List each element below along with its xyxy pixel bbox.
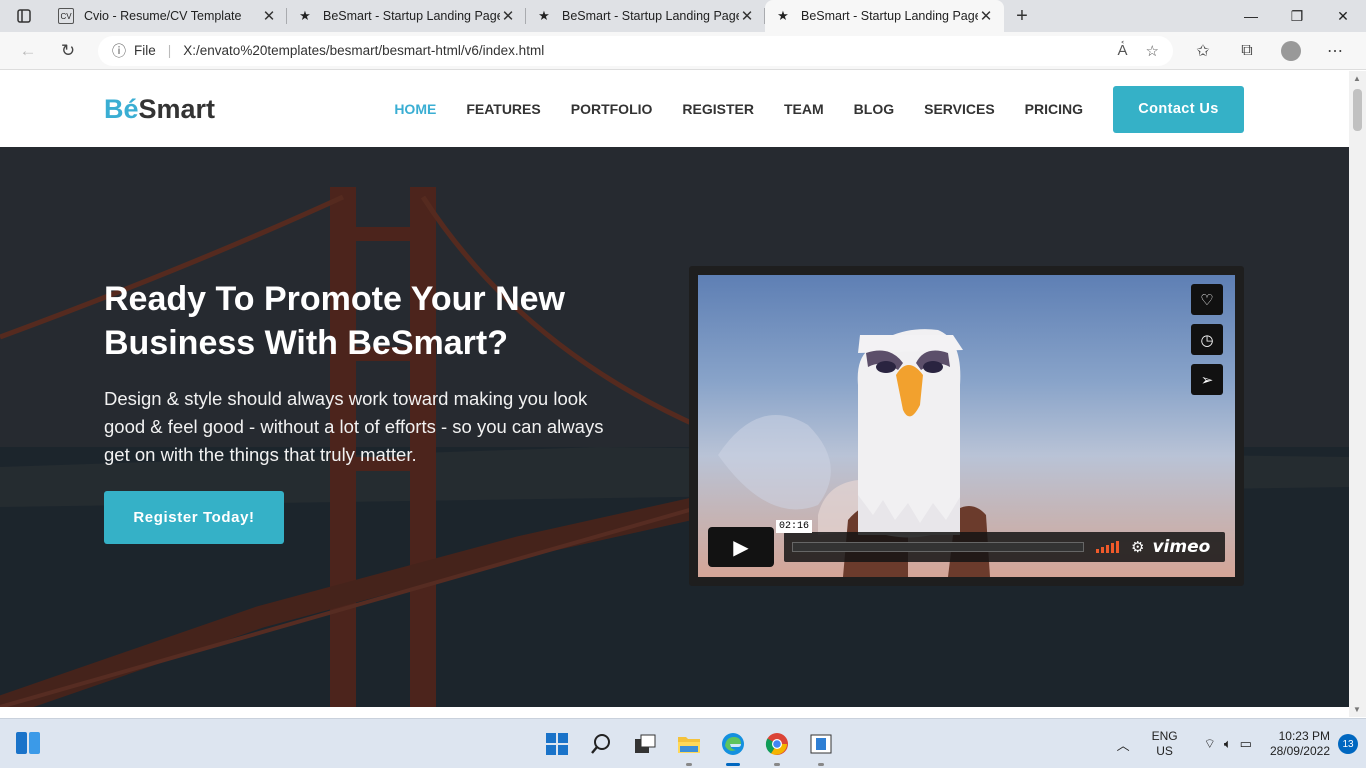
share-send-icon[interactable]: ➢ bbox=[1191, 364, 1223, 395]
main-nav: HOME FEATURES PORTFOLIO REGISTER TEAM BL… bbox=[364, 85, 1244, 133]
hero-description: Design & style should always work toward… bbox=[104, 388, 604, 465]
nav-services[interactable]: SERVICES bbox=[924, 101, 995, 117]
show-hidden-icons-chevron-icon[interactable]: ︿ bbox=[1117, 735, 1130, 754]
tab-title: BeSmart - Startup Landing Page bbox=[801, 9, 978, 23]
volume-speaker-icon[interactable]: 🔈︎ bbox=[1224, 736, 1232, 752]
browser-tab[interactable]: CV Cvio - Resume/CV Template ✕ bbox=[48, 0, 287, 32]
back-icon[interactable]: ← bbox=[8, 35, 48, 67]
more-menu-icon[interactable]: ⋯ bbox=[1313, 41, 1357, 61]
restore-icon[interactable]: ❐ bbox=[1274, 0, 1320, 32]
nav-team[interactable]: TEAM bbox=[784, 101, 824, 117]
progress-track[interactable] bbox=[792, 542, 1084, 552]
new-tab-icon[interactable]: + bbox=[1004, 0, 1040, 32]
info-icon[interactable]: ⓘ bbox=[112, 41, 126, 61]
address-bar-actions: A᷾ ☆ bbox=[1118, 42, 1159, 60]
language-code: ENG bbox=[1151, 729, 1178, 743]
hero-section: Ready To Promote Your New Business With … bbox=[0, 147, 1349, 707]
tab-favicon-icon: ★ bbox=[299, 8, 311, 23]
url-text[interactable]: X:/envato%20templates/besmart/besmart-ht… bbox=[183, 43, 544, 58]
region-code: US bbox=[1156, 744, 1173, 758]
nav-portfolio[interactable]: PORTFOLIO bbox=[571, 101, 653, 117]
favorites-icon[interactable]: ✩ bbox=[1181, 41, 1225, 61]
nav-register[interactable]: REGISTER bbox=[682, 101, 754, 117]
address-bar[interactable]: ⓘ File | X:/envato%20templates/besmart/b… bbox=[98, 35, 1173, 66]
scroll-up-icon[interactable]: ▲ bbox=[1353, 74, 1361, 83]
battery-icon[interactable]: ▭ bbox=[1240, 736, 1252, 752]
search-icon[interactable] bbox=[584, 727, 618, 761]
browser-tab[interactable]: ★ BeSmart - Startup Landing Page ✕ bbox=[287, 0, 526, 32]
browser-tab-active[interactable]: ★ BeSmart - Startup Landing Page ✕ bbox=[765, 0, 1004, 32]
tab-close-icon[interactable]: ✕ bbox=[978, 7, 994, 25]
volume-icon[interactable] bbox=[1096, 541, 1119, 553]
address-toolbar: ← ↻ ⓘ File | X:/envato%20templates/besma… bbox=[0, 32, 1366, 70]
video-side-actions: ♡ ◷ ➢ bbox=[1191, 284, 1223, 395]
video-time: 02:16 bbox=[776, 520, 813, 533]
video-player: ♡ ◷ ➢ ▶ 02:16 ⚙ vimeo bbox=[689, 266, 1244, 586]
browser-tab[interactable]: ★ BeSmart - Startup Landing Page ✕ bbox=[526, 0, 765, 32]
reload-icon[interactable]: ↻ bbox=[48, 35, 88, 67]
window-controls: — ❐ ✕ bbox=[1228, 0, 1366, 32]
tray-icons: ⌔ 🔈︎ ▭ bbox=[1204, 736, 1252, 752]
contact-us-button[interactable]: Contact Us bbox=[1113, 85, 1244, 133]
nav-home[interactable]: HOME bbox=[394, 101, 436, 117]
add-favorite-icon[interactable]: ☆ bbox=[1146, 42, 1159, 60]
tab-title: BeSmart - Startup Landing Page bbox=[562, 9, 739, 23]
url-separator: | bbox=[167, 43, 172, 58]
browser-tab-bar: CV Cvio - Resume/CV Template ✕ ★ BeSmart… bbox=[0, 0, 1366, 32]
video-controls: ▶ 02:16 ⚙ vimeo bbox=[708, 520, 1225, 567]
scroll-down-icon[interactable]: ▼ bbox=[1353, 705, 1361, 714]
tab-close-icon[interactable]: ✕ bbox=[261, 7, 277, 25]
site-logo[interactable]: BéSmart bbox=[104, 94, 215, 125]
tab-close-icon[interactable]: ✕ bbox=[500, 7, 516, 25]
minimize-icon[interactable]: — bbox=[1228, 0, 1274, 32]
widgets-icon[interactable] bbox=[16, 732, 40, 754]
url-scheme-label: File bbox=[134, 43, 156, 58]
hero-content: Ready To Promote Your New Business With … bbox=[104, 277, 624, 544]
language-indicator[interactable]: ENG US bbox=[1152, 729, 1178, 759]
settings-gear-icon[interactable]: ⚙ bbox=[1131, 538, 1144, 556]
page-viewport: BéSmart HOME FEATURES PORTFOLIO REGISTER… bbox=[0, 71, 1349, 707]
tab-title: Cvio - Resume/CV Template bbox=[84, 9, 242, 23]
video-frame[interactable]: ♡ ◷ ➢ ▶ 02:16 ⚙ vimeo bbox=[698, 275, 1235, 577]
tab-favicon-icon: ★ bbox=[777, 8, 789, 23]
tab-favicon-icon: CV bbox=[58, 8, 74, 24]
tab-actions-icon[interactable] bbox=[0, 0, 48, 32]
like-heart-icon[interactable]: ♡ bbox=[1191, 284, 1223, 315]
nav-pricing[interactable]: PRICING bbox=[1025, 101, 1083, 117]
start-windows-icon[interactable] bbox=[540, 727, 574, 761]
close-window-icon[interactable]: ✕ bbox=[1320, 0, 1366, 32]
video-progress-bar[interactable]: 02:16 ⚙ vimeo bbox=[776, 520, 1225, 562]
file-explorer-icon[interactable] bbox=[672, 727, 706, 766]
system-tray: ︿ ENG US ⌔ 🔈︎ ▭ 10:23 PM 28/09/2022 13 bbox=[1117, 719, 1366, 769]
tab-title: BeSmart - Startup Landing Page bbox=[323, 9, 500, 23]
clock[interactable]: 10:23 PM 28/09/2022 bbox=[1270, 729, 1330, 759]
hero-title: Ready To Promote Your New Business With … bbox=[104, 280, 565, 362]
wifi-icon[interactable]: ⌔ bbox=[1204, 736, 1216, 752]
scrollbar-thumb[interactable] bbox=[1353, 89, 1362, 131]
taskbar-apps bbox=[540, 727, 838, 766]
nav-blog[interactable]: BLOG bbox=[854, 101, 894, 117]
tab-close-icon[interactable]: ✕ bbox=[739, 7, 755, 25]
app-window-icon[interactable] bbox=[804, 727, 838, 766]
play-icon[interactable]: ▶ bbox=[708, 527, 774, 567]
chrome-browser-icon[interactable] bbox=[760, 727, 794, 766]
vimeo-logo[interactable]: vimeo bbox=[1152, 537, 1210, 557]
notification-badge[interactable]: 13 bbox=[1338, 734, 1358, 754]
nav-features[interactable]: FEATURES bbox=[466, 101, 540, 117]
clock-date: 28/09/2022 bbox=[1269, 744, 1330, 758]
watch-later-clock-icon[interactable]: ◷ bbox=[1191, 324, 1223, 355]
register-today-button[interactable]: Register Today! bbox=[104, 491, 284, 544]
windows-taskbar: ︿ ENG US ⌔ 🔈︎ ▭ 10:23 PM 28/09/2022 13 bbox=[0, 718, 1366, 768]
browser-tools: ✩ ⧉ ⋯ bbox=[1181, 40, 1357, 61]
site-header: BéSmart HOME FEATURES PORTFOLIO REGISTER… bbox=[0, 71, 1349, 147]
page-scrollbar[interactable]: ▲ ▼ bbox=[1349, 71, 1366, 717]
clock-time: 10:23 PM bbox=[1278, 729, 1330, 743]
read-aloud-icon[interactable]: A᷾ bbox=[1118, 42, 1128, 60]
task-view-icon[interactable] bbox=[628, 727, 662, 761]
tab-favicon-icon: ★ bbox=[538, 8, 550, 23]
collections-icon[interactable]: ⧉ bbox=[1225, 41, 1269, 61]
profile-avatar[interactable] bbox=[1269, 40, 1313, 61]
edge-browser-icon[interactable] bbox=[716, 727, 750, 766]
